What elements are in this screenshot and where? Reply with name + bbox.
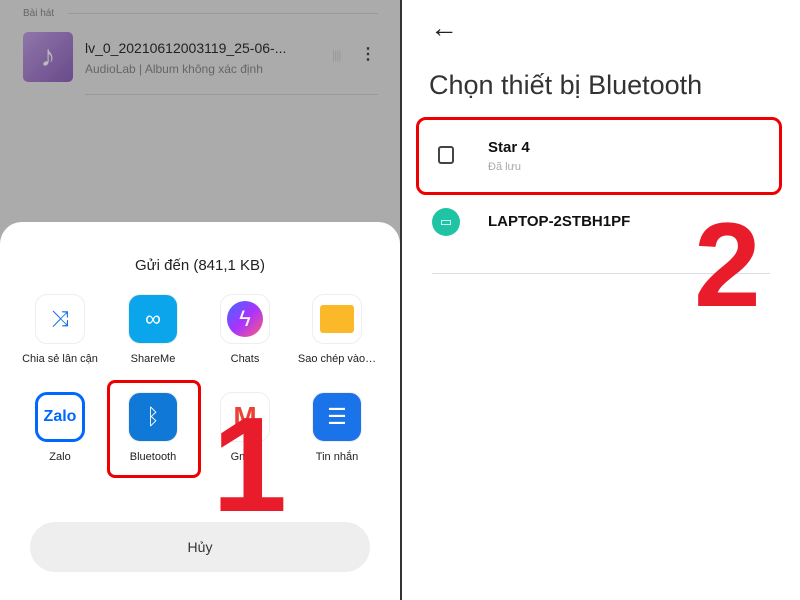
zalo-icon: Zalo bbox=[35, 392, 85, 442]
device-name[interactable]: Star 4 bbox=[488, 139, 530, 156]
step-label: 1 bbox=[212, 389, 288, 540]
bluetooth-panel: ← Chọn thiết bị Bluetooth Star 4 Đã lưu … bbox=[402, 0, 800, 600]
shareme-icon: ∞ bbox=[128, 294, 178, 344]
share-panel: Bài hát ♪ lv_0_20210612003119_25-06-... … bbox=[0, 0, 400, 600]
messenger-icon: ϟ bbox=[220, 294, 270, 344]
drag-handle-icon[interactable]: |||| bbox=[332, 48, 342, 62]
highlight-box bbox=[107, 380, 201, 478]
share-sheet: Gửi đến (841,1 KB) ⤨ Chia sẻ lân cận ∞ S… bbox=[0, 222, 400, 600]
app-copy-to[interactable]: Sao chép vào… bbox=[297, 294, 377, 366]
app-nearby-share[interactable]: ⤨ Chia sẻ lân cận bbox=[20, 294, 100, 366]
app-shareme[interactable]: ∞ ShareMe bbox=[113, 294, 193, 366]
more-icon[interactable]: ⋮ bbox=[360, 44, 376, 64]
nearby-share-icon: ⤨ bbox=[35, 294, 85, 344]
app-zalo[interactable]: Zalo Zalo bbox=[20, 392, 100, 464]
app-messages[interactable]: ☰ Tin nhắn bbox=[297, 392, 377, 464]
music-note-icon: ♪ bbox=[23, 32, 73, 82]
divider bbox=[85, 94, 378, 95]
laptop-icon: ▭ bbox=[432, 208, 460, 236]
app-chats[interactable]: ϟ Chats bbox=[205, 294, 285, 366]
section-label: Bài hát bbox=[23, 8, 55, 19]
song-subtitle: AudioLab | Album không xác định bbox=[85, 62, 263, 76]
device-status: Đã lưu bbox=[488, 161, 522, 173]
folder-icon bbox=[312, 294, 362, 344]
page-title: Chọn thiết bị Bluetooth bbox=[429, 70, 703, 100]
device-name[interactable]: LAPTOP-2STBH1PF bbox=[488, 213, 630, 230]
sheet-title: Gửi đến (841,1 KB) bbox=[134, 257, 266, 274]
cancel-button[interactable]: Hủy bbox=[30, 522, 370, 572]
device-icon bbox=[438, 146, 454, 164]
messages-icon: ☰ bbox=[312, 392, 362, 442]
step-label: 2 bbox=[694, 198, 761, 332]
song-title[interactable]: lv_0_20210612003119_25-06-... bbox=[85, 40, 286, 56]
divider bbox=[68, 13, 378, 14]
back-arrow-icon[interactable]: ← bbox=[430, 12, 458, 44]
highlight-box bbox=[416, 117, 782, 195]
